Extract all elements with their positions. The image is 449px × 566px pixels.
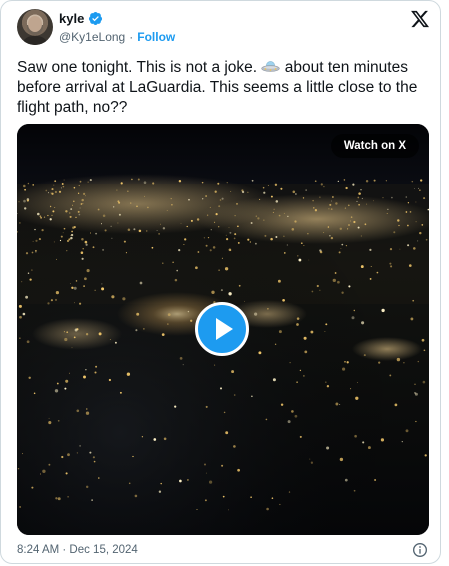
author-handle[interactable]: @Ky1eLong (59, 30, 125, 44)
author-handle-row: @Ky1eLong · Follow (59, 30, 175, 44)
author-name-row: kyle (59, 11, 103, 26)
follow-button[interactable]: Follow (137, 30, 175, 44)
avatar[interactable] (17, 9, 53, 45)
video-player[interactable]: Watch on X (17, 124, 429, 535)
tweet-text-part1: Saw one tonight. This is not a joke. (17, 59, 258, 76)
verified-badge-icon (89, 11, 103, 26)
play-icon (216, 318, 233, 340)
info-icon[interactable] (412, 542, 428, 558)
author-display-name[interactable]: kyle (59, 11, 84, 26)
play-button[interactable] (195, 302, 249, 356)
separator-dot: · (129, 30, 134, 44)
x-logo-icon[interactable] (410, 9, 430, 29)
watch-on-x-button[interactable]: Watch on X (330, 134, 419, 158)
tweet-card: kyle @Ky1eLong · Follow Saw one tonight.… (0, 0, 441, 564)
flying-saucer-icon (261, 61, 281, 72)
tweet-timestamp[interactable]: 8:24 AM · Dec 15, 2024 (17, 544, 138, 556)
tweet-text: Saw one tonight. This is not a joke. abo… (17, 58, 429, 118)
